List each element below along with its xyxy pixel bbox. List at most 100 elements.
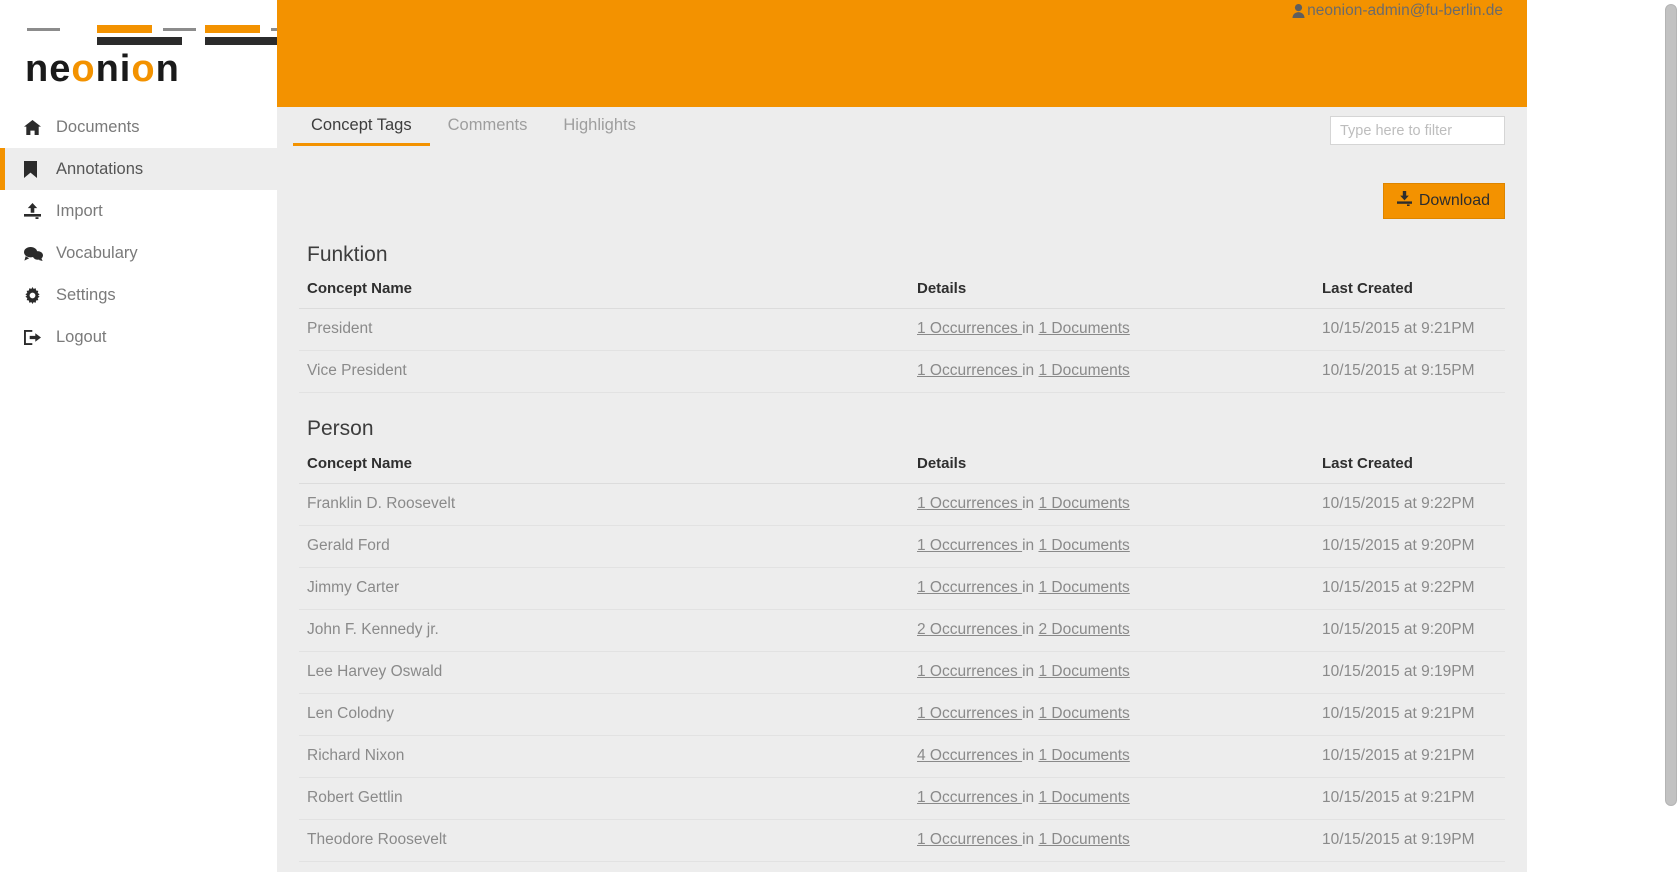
table-row: Jimmy Carter 1 Occurrences in 1 Document… [299,567,1505,610]
table-row: Robert Gettlin 1 Occurrences in 1 Docume… [299,777,1505,820]
cell-concept-name: Robert Gettlin [299,777,909,820]
cell-last-created: 10/15/2015 at 9:21PM [1314,308,1505,352]
logo-wordmark: neonion [25,50,277,88]
sidebar-item-label: Documents [56,117,140,136]
documents-link[interactable]: 1 Documents [1038,663,1129,680]
sidebar-item-documents[interactable]: Documents [0,106,277,148]
concepts-table-funktion: Concept Name Details Last Created Presid… [299,276,1505,394]
cell-concept-name: President [299,308,909,352]
column-header-concept-name: Concept Name [299,276,909,310]
column-header-last-created: Last Created [1314,450,1505,484]
sidebar-nav: Documents Annotations Import Vocabulary … [0,106,277,358]
details-connector: in [1022,830,1039,848]
occurrences-link[interactable]: 1 Occurrences [917,663,1022,680]
occurrences-link[interactable]: 1 Occurrences [917,705,1022,722]
documents-link[interactable]: 2 Documents [1038,621,1129,638]
sidebar-item-label: Import [56,201,103,220]
download-row: Download [299,150,1505,219]
logo-text-o1: o [71,48,96,90]
tab-label: Concept Tags [311,116,412,134]
logo-text-part-3: n [155,48,180,90]
logo[interactable]: neonion [0,0,304,100]
cell-last-created: 10/15/2015 at 9:21PM [1314,777,1505,820]
cell-concept-name: Theodore Roosevelt [299,819,909,862]
app-root: neonion Documents Annotations Import Voc… [0,0,1680,875]
cell-concept-name: John F. Kennedy jr. [299,609,909,652]
table-row: Theodore Roosevelt 1 Occurrences in 1 Do… [299,819,1505,862]
details-connector: in [1022,536,1039,554]
cell-concept-name: Len Colodny [299,693,909,736]
column-header-last-created: Last Created [1314,276,1505,310]
sidebar-item-logout[interactable]: Logout [0,316,277,358]
cell-concept-name: Lee Harvey Oswald [299,651,909,694]
cell-last-created: 10/15/2015 at 9:20PM [1314,525,1505,568]
cell-concept-name: Jimmy Carter [299,567,909,610]
occurrences-link[interactable]: 2 Occurrences [917,621,1022,638]
tab-label: Highlights [563,116,636,134]
occurrences-link[interactable]: 1 Occurrences [917,579,1022,596]
documents-link[interactable]: 1 Documents [1038,320,1129,337]
cell-last-created: 10/15/2015 at 9:15PM [1314,350,1505,394]
sign-out-icon [24,329,50,345]
sidebar-item-annotations[interactable]: Annotations [0,148,277,190]
tab-highlights[interactable]: Highlights [545,107,653,146]
cell-last-created: 10/15/2015 at 9:20PM [1314,609,1505,652]
download-button[interactable]: Download [1382,183,1505,219]
cell-last-created: 10/15/2015 at 9:22PM [1314,567,1505,610]
cell-details: 2 Occurrences in 2 Documents [909,609,1314,652]
gear-icon [24,286,50,304]
concept-tags-panel: Download Funktion Concept Name Details L… [277,150,1527,862]
occurrences-link[interactable]: 1 Occurrences [917,789,1022,806]
column-header-concept-name: Concept Name [299,450,909,484]
table-row: President 1 Occurrences in 1 Documents 1… [299,308,1505,352]
filter-input[interactable] [1330,116,1505,145]
content-panel: Concept Tags Comments Highlights Type he… [277,107,1527,872]
logo-text-o2: o [131,48,156,90]
details-connector: in [1022,578,1039,596]
documents-link[interactable]: 1 Documents [1038,789,1129,806]
documents-link[interactable]: 1 Documents [1038,495,1129,512]
table-header-row: Concept Name Details Last Created [299,276,1505,310]
concepts-table-body: Franklin D. Roosevelt 1 Occurrences in 1… [299,483,1505,862]
tab-bar: Concept Tags Comments Highlights [277,107,1527,150]
documents-link[interactable]: 1 Documents [1038,362,1129,379]
tab-concept-tags[interactable]: Concept Tags [293,107,430,146]
logo-text-part-1: ne [25,48,72,90]
table-row: Len Colodny 1 Occurrences in 1 Documents… [299,693,1505,736]
table-row: Richard Nixon 4 Occurrences in 1 Documen… [299,735,1505,778]
cell-last-created: 10/15/2015 at 9:22PM [1314,483,1505,526]
cell-details: 1 Occurrences in 1 Documents [909,567,1314,610]
occurrences-link[interactable]: 4 Occurrences [917,747,1022,764]
cell-details: 4 Occurrences in 1 Documents [909,735,1314,778]
occurrences-link[interactable]: 1 Occurrences [917,537,1022,554]
documents-link[interactable]: 1 Documents [1038,705,1129,722]
download-icon [1396,191,1412,210]
page-scrollbar[interactable] [1665,4,1677,871]
documents-link[interactable]: 1 Documents [1038,831,1129,848]
tab-label: Comments [447,116,528,134]
sidebar-item-label: Logout [56,327,107,346]
sidebar-item-settings[interactable]: Settings [0,274,277,316]
column-header-details: Details [909,276,1314,310]
group-title-funktion: Funktion [307,243,388,266]
details-connector: in [1022,620,1039,638]
sidebar: neonion Documents Annotations Import Voc… [0,0,304,875]
scrollbar-thumb[interactable] [1665,4,1677,806]
occurrences-link[interactable]: 1 Occurrences [917,831,1022,848]
user-account-link[interactable]: neonion-admin@fu-berlin.de [1292,2,1503,20]
documents-link[interactable]: 1 Documents [1038,579,1129,596]
cell-last-created: 10/15/2015 at 9:19PM [1314,819,1505,862]
documents-link[interactable]: 1 Documents [1038,537,1129,554]
table-row: Lee Harvey Oswald 1 Occurrences in 1 Doc… [299,651,1505,694]
occurrences-link[interactable]: 1 Occurrences [917,362,1022,379]
occurrences-link[interactable]: 1 Occurrences [917,320,1022,337]
sidebar-item-vocabulary[interactable]: Vocabulary [0,232,277,274]
upload-icon [24,203,50,219]
tab-comments[interactable]: Comments [430,107,546,146]
cell-details: 1 Occurrences in 1 Documents [909,483,1314,526]
sidebar-item-import[interactable]: Import [0,190,277,232]
documents-link[interactable]: 1 Documents [1038,747,1129,764]
group-title-person: Person [307,417,374,441]
sidebar-item-label: Vocabulary [56,243,138,262]
occurrences-link[interactable]: 1 Occurrences [917,495,1022,512]
